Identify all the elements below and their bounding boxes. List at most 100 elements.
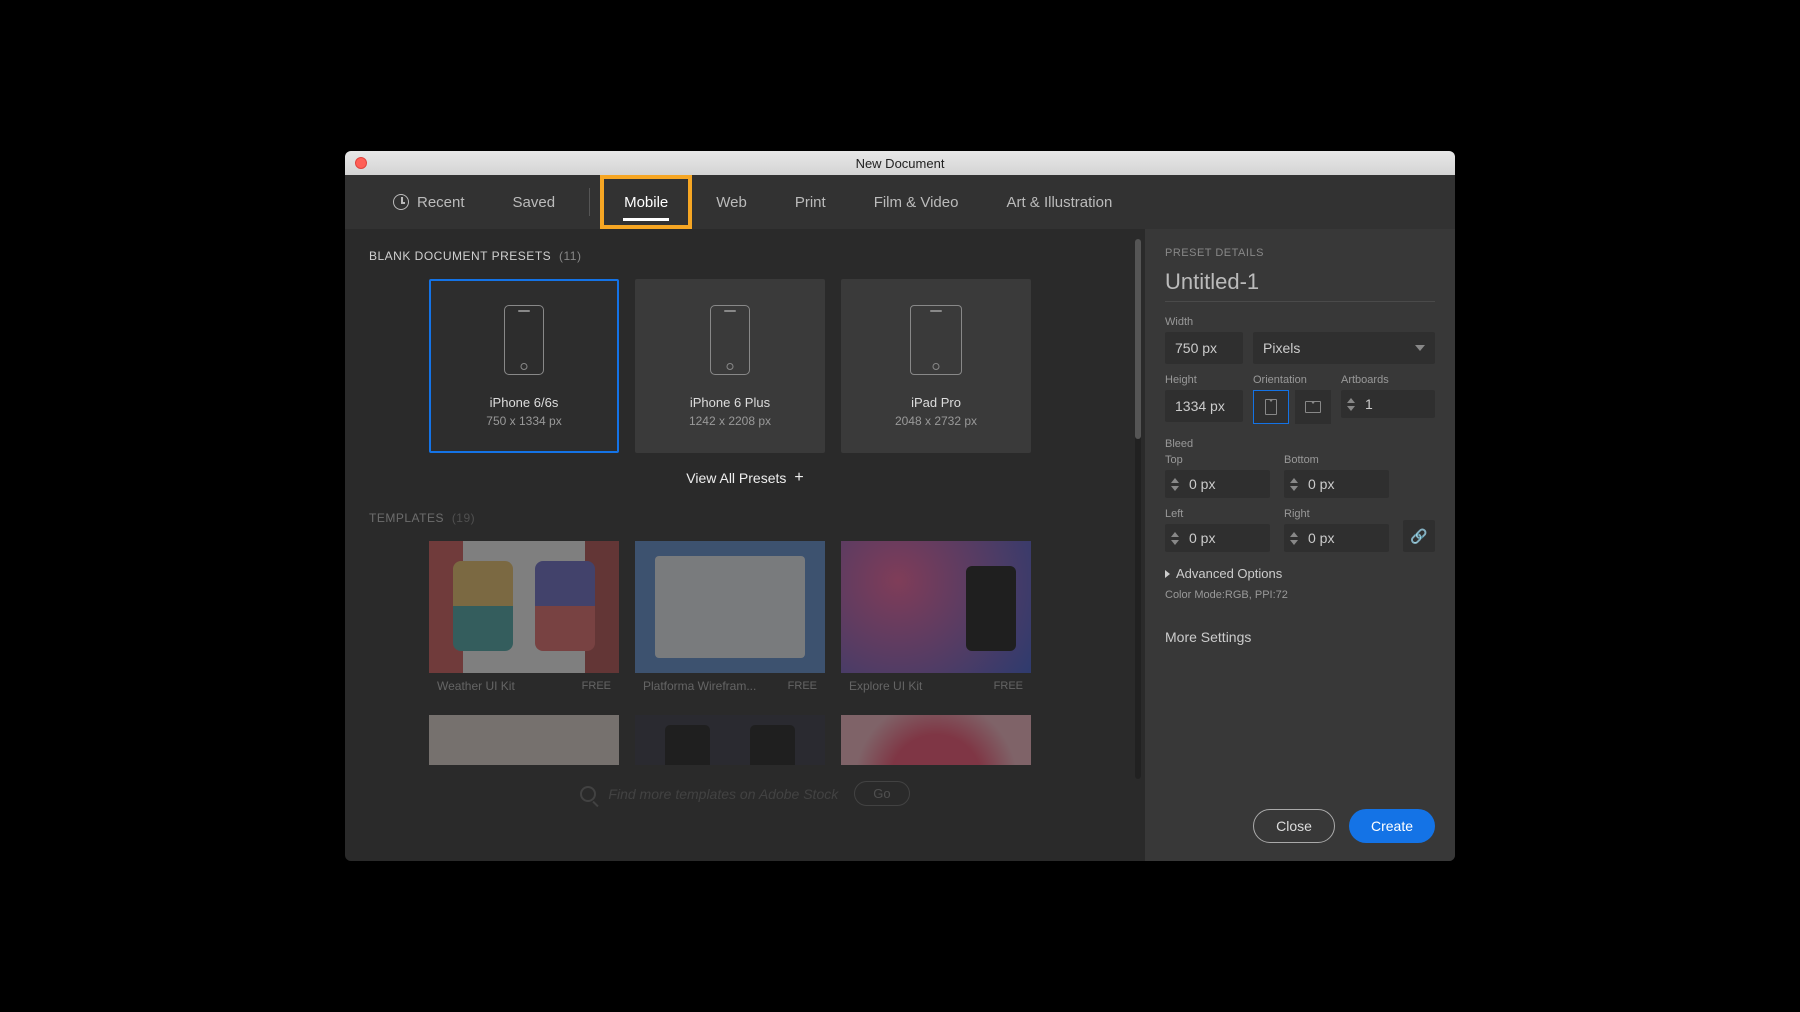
template-thumbnail xyxy=(635,715,825,765)
tab-print-label: Print xyxy=(795,194,826,211)
more-settings[interactable]: More Settings xyxy=(1165,629,1435,645)
portrait-icon xyxy=(1265,399,1277,415)
tablet-icon xyxy=(910,305,962,375)
up-arrow-icon xyxy=(1347,398,1355,403)
bleed-left-label: Left xyxy=(1165,508,1270,520)
template-price: FREE xyxy=(582,680,611,692)
scrollbar-thumb[interactable] xyxy=(1135,239,1141,439)
tab-saved-label: Saved xyxy=(513,194,556,211)
preset-title: iPhone 6 Plus xyxy=(690,395,770,410)
chevron-down-icon xyxy=(1415,345,1425,351)
artboards-label: Artboards xyxy=(1341,374,1435,386)
templates-count: (19) xyxy=(452,511,475,525)
advanced-options-toggle[interactable]: Advanced Options xyxy=(1165,566,1435,581)
templates-section: TEMPLATES (19) Weather UI Kit FREE xyxy=(369,511,1121,806)
preset-dims: 750 x 1334 px xyxy=(486,414,561,428)
close-button[interactable]: Close xyxy=(1253,809,1335,843)
bleed-top-input[interactable]: 0 px xyxy=(1165,470,1270,498)
window-close-button[interactable] xyxy=(355,157,367,169)
main-panel: BLANK DOCUMENT PRESETS (11) iPhone 6/6s … xyxy=(345,229,1145,861)
search-row: Find more templates on Adobe Stock Go xyxy=(369,781,1121,806)
template-card[interactable] xyxy=(429,715,619,765)
height-input[interactable]: 1334 px xyxy=(1165,390,1243,422)
tab-film-label: Film & Video xyxy=(874,194,959,211)
search-input[interactable]: Find more templates on Adobe Stock xyxy=(580,786,838,802)
bleed-right-label: Right xyxy=(1284,508,1389,520)
template-thumbnail xyxy=(429,541,619,673)
units-select[interactable]: Pixels xyxy=(1253,332,1435,364)
tab-film-video[interactable]: Film & Video xyxy=(850,175,983,229)
template-card[interactable]: Platforma Wirefram... FREE xyxy=(635,541,825,699)
template-card[interactable]: Explore UI Kit FREE xyxy=(841,541,1031,699)
window-title: New Document xyxy=(856,156,945,171)
plus-icon: + xyxy=(794,469,803,487)
template-thumbnail xyxy=(841,541,1031,673)
presets-row: iPhone 6/6s 750 x 1334 px iPhone 6 Plus … xyxy=(429,279,1121,453)
dialog-body: BLANK DOCUMENT PRESETS (11) iPhone 6/6s … xyxy=(345,229,1455,861)
preset-title: iPad Pro xyxy=(911,395,961,410)
preset-iphone-6[interactable]: iPhone 6/6s 750 x 1334 px xyxy=(429,279,619,453)
tab-art-illustration[interactable]: Art & Illustration xyxy=(982,175,1136,229)
category-tabs: Recent Saved Mobile Web Print Film & Vid… xyxy=(345,175,1455,229)
presets-count: (11) xyxy=(559,249,581,263)
bleed-right-input[interactable]: 0 px xyxy=(1284,524,1389,552)
go-button[interactable]: Go xyxy=(854,781,909,806)
presets-heading: BLANK DOCUMENT PRESETS (11) xyxy=(369,249,1121,263)
template-name: Platforma Wirefram... xyxy=(643,679,756,693)
tab-web[interactable]: Web xyxy=(692,175,771,229)
tab-art-label: Art & Illustration xyxy=(1006,194,1112,211)
orientation-portrait[interactable] xyxy=(1253,390,1289,424)
tab-mobile-label: Mobile xyxy=(624,194,668,211)
templates-row-2 xyxy=(429,715,1121,765)
template-card[interactable] xyxy=(635,715,825,765)
template-thumbnail xyxy=(635,541,825,673)
template-card[interactable] xyxy=(841,715,1031,765)
create-button[interactable]: Create xyxy=(1349,809,1435,843)
bleed-bottom-input[interactable]: 0 px xyxy=(1284,470,1389,498)
titlebar: New Document xyxy=(345,151,1455,175)
height-label: Height xyxy=(1165,374,1243,386)
artboards-input[interactable]: 1 xyxy=(1341,390,1435,418)
template-card[interactable]: Weather UI Kit FREE xyxy=(429,541,619,699)
template-label-row: Weather UI Kit FREE xyxy=(429,673,619,699)
clock-icon xyxy=(393,194,409,210)
tab-saved[interactable]: Saved xyxy=(489,175,580,229)
orientation-label: Orientation xyxy=(1253,374,1331,386)
preset-dims: 1242 x 2208 px xyxy=(689,414,771,428)
presets-heading-text: BLANK DOCUMENT PRESETS xyxy=(369,249,551,263)
bleed-left-input[interactable]: 0 px xyxy=(1165,524,1270,552)
bleed-bottom-label: Bottom xyxy=(1284,454,1389,466)
template-label-row: Explore UI Kit FREE xyxy=(841,673,1031,699)
preset-details-heading: PRESET DETAILS xyxy=(1165,247,1435,259)
advanced-label: Advanced Options xyxy=(1176,566,1282,581)
width-label: Width xyxy=(1165,316,1435,328)
templates-heading-text: TEMPLATES xyxy=(369,511,444,525)
phone-icon xyxy=(710,305,750,375)
width-input[interactable]: 750 px xyxy=(1165,332,1243,364)
view-all-presets[interactable]: View All Presets + xyxy=(369,469,1121,487)
document-name-field[interactable]: Untitled-1 xyxy=(1165,269,1435,302)
tab-mobile[interactable]: Mobile xyxy=(600,175,692,229)
orientation-landscape[interactable] xyxy=(1295,390,1331,424)
search-icon xyxy=(580,786,596,802)
search-placeholder: Find more templates on Adobe Stock xyxy=(608,786,838,802)
phone-icon xyxy=(504,305,544,375)
spinner-arrows[interactable] xyxy=(1341,396,1361,413)
preset-ipad-pro[interactable]: iPad Pro 2048 x 2732 px xyxy=(841,279,1031,453)
preset-title: iPhone 6/6s xyxy=(490,395,559,410)
separator xyxy=(589,188,590,216)
templates-heading: TEMPLATES (19) xyxy=(369,511,1121,525)
preset-iphone-6-plus[interactable]: iPhone 6 Plus 1242 x 2208 px xyxy=(635,279,825,453)
template-thumbnail xyxy=(841,715,1031,765)
tab-recent[interactable]: Recent xyxy=(369,175,489,229)
bleed-top-label: Top xyxy=(1165,454,1270,466)
tab-recent-label: Recent xyxy=(417,194,465,211)
chevron-right-icon xyxy=(1165,570,1170,578)
template-thumbnail xyxy=(429,715,619,765)
link-bleed-button[interactable]: 🔗 xyxy=(1403,520,1435,552)
down-arrow-icon xyxy=(1347,406,1355,411)
template-name: Weather UI Kit xyxy=(437,679,515,693)
tab-print[interactable]: Print xyxy=(771,175,850,229)
view-all-label: View All Presets xyxy=(686,470,786,486)
tab-web-label: Web xyxy=(716,194,747,211)
